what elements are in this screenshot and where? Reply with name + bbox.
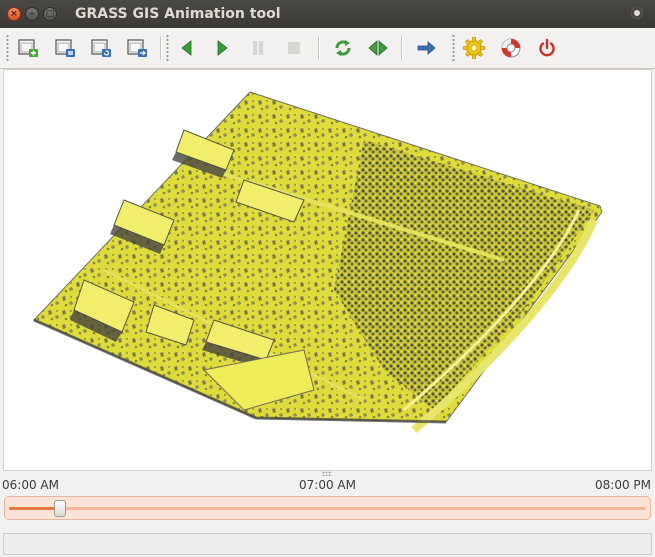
stop-button[interactable] — [279, 34, 309, 62]
end-time-label: 08:00 PM — [595, 478, 651, 492]
layer-add-icon — [18, 39, 38, 57]
bounce-button[interactable] — [363, 34, 393, 62]
toolbar-separator — [160, 36, 161, 60]
help-lifebuoy-icon — [501, 38, 521, 58]
slider-handle[interactable] — [54, 500, 66, 517]
toolbar-grip[interactable] — [6, 34, 9, 62]
layer-export-icon — [127, 39, 147, 57]
toolbar-grip[interactable] — [166, 34, 169, 62]
maximize-window-button[interactable]: □ — [43, 7, 57, 21]
resize-sash[interactable] — [322, 471, 332, 476]
slider-groove — [9, 507, 646, 510]
slider-fill — [9, 507, 60, 510]
quit-button[interactable] — [532, 34, 562, 62]
pause-icon — [253, 41, 263, 55]
export-button[interactable] — [122, 34, 152, 62]
loop-button[interactable] — [328, 34, 358, 62]
timeline-labels: 06:00 AM 07:00 AM 08:00 PM — [0, 478, 655, 494]
window-menu-icon[interactable] — [631, 7, 643, 19]
stop-icon — [288, 42, 300, 54]
start-time-label: 06:00 AM — [2, 478, 59, 492]
layer-edit-icon — [55, 39, 75, 57]
help-button[interactable] — [496, 34, 526, 62]
pause-button[interactable] — [243, 34, 273, 62]
play-back-button[interactable] — [172, 34, 202, 62]
time-slider[interactable] — [4, 496, 651, 520]
current-time-label: 07:00 AM — [299, 478, 356, 492]
play-icon — [217, 40, 228, 56]
speed-button[interactable] — [411, 34, 441, 62]
toolbar-separator — [318, 36, 319, 60]
reload-button[interactable] — [86, 34, 116, 62]
power-icon — [539, 38, 555, 57]
window-title: GRASS GIS Animation tool — [75, 6, 281, 22]
add-animation-button[interactable] — [13, 34, 43, 62]
close-window-button[interactable]: × — [7, 7, 21, 21]
loop-icon — [335, 40, 351, 56]
main-toolbar — [0, 28, 655, 69]
gear-icon — [463, 37, 485, 59]
arrow-right-icon — [417, 41, 436, 55]
toolbar-separator — [401, 36, 402, 60]
status-bar — [3, 533, 652, 555]
play-button[interactable] — [207, 34, 237, 62]
toolbar-grip[interactable] — [452, 34, 455, 62]
bounce-icon — [368, 40, 388, 56]
layer-reload-icon — [91, 39, 111, 57]
play-back-icon — [181, 40, 192, 56]
edit-animation-button[interactable] — [50, 34, 80, 62]
animation-viewport[interactable] — [3, 69, 652, 471]
title-bar: × – □ GRASS GIS Animation tool — [0, 0, 655, 29]
terrain-render-image — [33, 91, 603, 434]
settings-button[interactable] — [459, 34, 489, 62]
minimize-window-button[interactable]: – — [25, 7, 39, 21]
